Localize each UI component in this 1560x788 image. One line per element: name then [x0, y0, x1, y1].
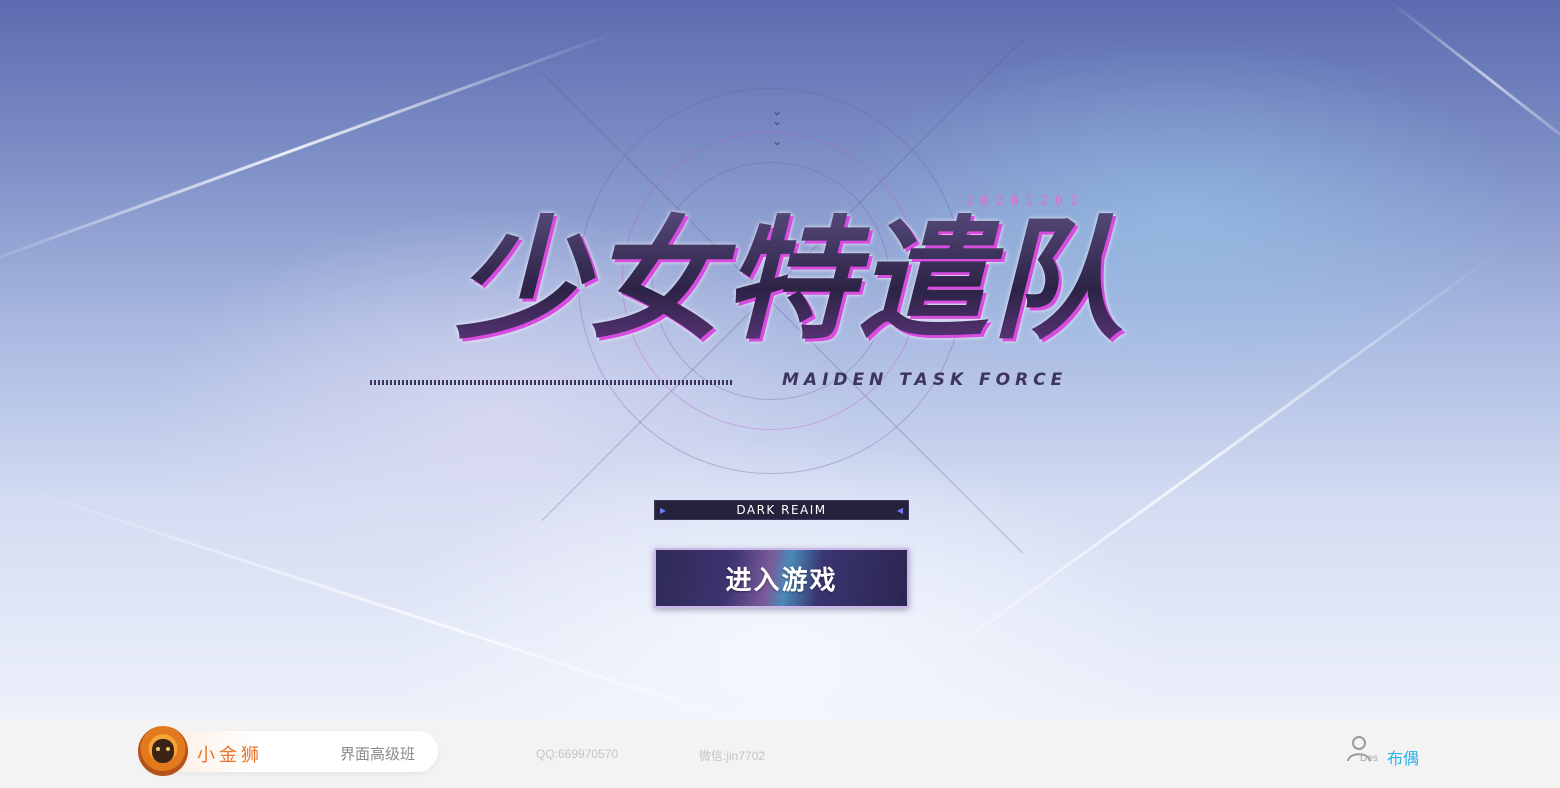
- logo-divider: [370, 380, 734, 385]
- arrow-left-icon: ◀: [896, 505, 903, 515]
- brand-course: 界面高级班: [340, 745, 416, 763]
- lion-logo-icon: [138, 726, 188, 776]
- game-logo-subtitle: MAIDEN TASK FORCE: [782, 370, 1068, 390]
- server-name: DARK REAIM: [736, 503, 827, 517]
- enter-game-label: 进入游戏: [725, 565, 838, 596]
- game-logo-title: 少女特遣队: [380, 196, 1200, 366]
- brand-name: 小金狮: [197, 745, 263, 766]
- qq-contact: QQ:669970570: [536, 747, 619, 761]
- wechat-contact: 微信:jin7702: [699, 749, 766, 763]
- arrow-right-icon: ▶: [660, 505, 667, 515]
- chevron-down-icon: ⌄ ⌄ ⌄: [772, 104, 783, 148]
- light-beam: [1389, 0, 1560, 163]
- author-name: 布偶: [1387, 749, 1420, 768]
- server-selector[interactable]: ▶ DARK REAIM ◀: [654, 500, 909, 520]
- des-label: Des: [1360, 753, 1378, 764]
- game-start-screen: ⌄⌄⌄ 20201201 少女特遣队 MAIDEN TASK FORCE ▶ D…: [0, 0, 1560, 720]
- enter-game-button[interactable]: 进入游戏: [654, 548, 909, 608]
